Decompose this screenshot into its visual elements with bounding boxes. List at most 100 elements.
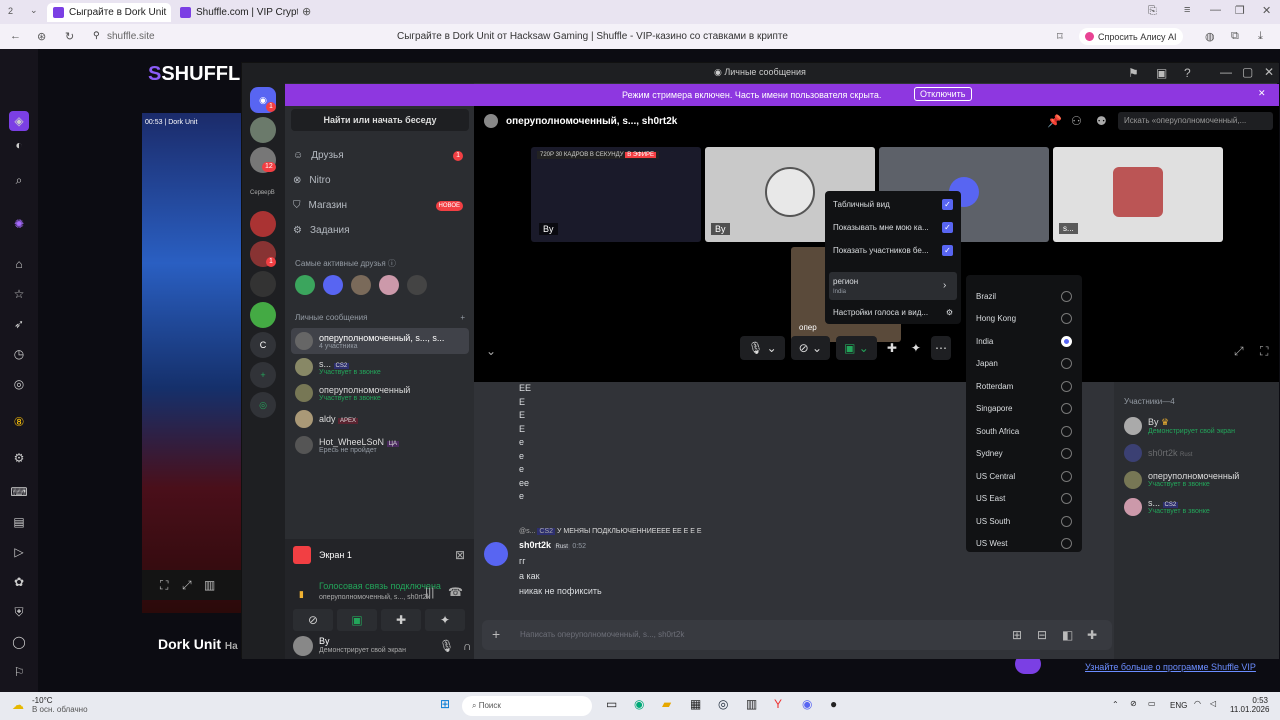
start-icon[interactable]: ⊞ bbox=[440, 697, 450, 711]
discover-icon[interactable]: ◎ bbox=[250, 392, 276, 418]
edge-icon[interactable]: ◉ bbox=[634, 697, 644, 711]
region-option[interactable]: US Central bbox=[976, 465, 1072, 488]
inbox-flag-icon[interactable]: ⚑ bbox=[1128, 66, 1139, 80]
vip-icon[interactable]: ✺ bbox=[9, 214, 29, 234]
friend-avatar[interactable] bbox=[295, 275, 315, 295]
user-tile[interactable]: s... bbox=[1053, 147, 1223, 242]
explorer-icon[interactable]: ▰ bbox=[662, 697, 671, 711]
add-dm-icon[interactable]: + bbox=[460, 313, 465, 322]
screen-button[interactable]: ▣ ⌄ bbox=[836, 336, 877, 360]
menu-item-show-participants[interactable]: Показать участников бе... ✓ bbox=[833, 245, 953, 256]
server-letter[interactable]: С bbox=[250, 332, 276, 358]
server-icon[interactable] bbox=[250, 302, 276, 328]
camera-off-button[interactable]: ⊘ bbox=[293, 609, 333, 631]
friend-avatar[interactable] bbox=[351, 275, 371, 295]
support-icon[interactable]: ⚐ bbox=[9, 662, 29, 682]
fullscreen-icon[interactable]: ⛶ bbox=[1260, 344, 1268, 359]
minimize-button[interactable]: — bbox=[1220, 65, 1232, 79]
tab-dork-unit[interactable]: Сыграйте в Dork Unit bbox=[47, 3, 171, 22]
bookmarks-icon[interactable]: ⎘ bbox=[1148, 5, 1157, 18]
wifi-icon[interactable]: ◠ bbox=[1194, 699, 1201, 708]
dm-item[interactable]: оперуполномоченный Участвует в звонке bbox=[291, 380, 469, 406]
display-icon[interactable]: ▭ bbox=[1148, 699, 1156, 708]
menu-icon[interactable]: ≡ bbox=[1184, 4, 1190, 16]
dm-item[interactable]: s... CS2 Участвует в звонке bbox=[291, 354, 469, 380]
alice-button[interactable]: Спросить Алису AI bbox=[1079, 28, 1183, 45]
tray-chevron-icon[interactable]: ⌃ bbox=[1112, 700, 1119, 709]
attach-plus-icon[interactable]: + bbox=[492, 626, 500, 642]
obs-icon[interactable]: ● bbox=[830, 697, 837, 711]
author-avatar[interactable] bbox=[484, 542, 508, 566]
region-option[interactable]: Rotterdam bbox=[976, 375, 1072, 398]
collapse-chevron-icon[interactable]: ⌄ bbox=[486, 344, 496, 358]
dm-item[interactable]: Hot_WheeLSoN ЦА Ересь не пройдет bbox=[291, 432, 469, 458]
region-option[interactable]: Sydney bbox=[976, 443, 1072, 466]
discord-icon[interactable]: ◉ bbox=[802, 697, 812, 711]
region-option[interactable]: Hong Kong bbox=[976, 308, 1072, 331]
shuffle-logo[interactable]: SSHUFFL bbox=[148, 63, 240, 86]
region-option[interactable]: Brazil bbox=[976, 285, 1072, 308]
maximize-button[interactable]: ▢ bbox=[1242, 65, 1253, 79]
soundboard-button[interactable]: ✦ bbox=[425, 609, 465, 631]
vip-promo-link[interactable]: Узнайте больше о программе Shuffle VIP bbox=[1085, 662, 1256, 672]
nav-shop[interactable]: ⛉ Магазин НОВОЕ bbox=[293, 193, 469, 218]
region-option[interactable]: South Africa bbox=[976, 420, 1072, 443]
sticker-icon[interactable]: ◧ bbox=[1062, 628, 1073, 642]
cards-icon[interactable]: ▤ bbox=[9, 512, 29, 532]
fullscreen-icon[interactable]: ⛶ bbox=[160, 578, 168, 593]
server-icon[interactable] bbox=[250, 117, 276, 143]
noise-icon[interactable]: ||| bbox=[425, 585, 434, 599]
disconnect-icon[interactable]: ☎ bbox=[448, 585, 463, 599]
globe-icon[interactable]: ◍ bbox=[1205, 30, 1215, 43]
extensions-icon[interactable]: ⧉ bbox=[1231, 30, 1239, 43]
menu-item-voice-settings[interactable]: Настройки голоса и вид... ⚙ bbox=[833, 308, 953, 317]
tab-count[interactable]: 2 bbox=[8, 6, 13, 16]
menu-item-region[interactable]: регион India › bbox=[829, 272, 957, 300]
search-conversation-button[interactable]: Найти или начать беседу bbox=[291, 109, 469, 131]
member-item[interactable]: sh0rt2k Rust bbox=[1124, 439, 1274, 466]
reply-preview[interactable]: @s... CS2 У МЕНЯЫ ПОДКЛЬЮЧЕННИЕЕЕЕ ЕЕ Е … bbox=[519, 528, 702, 535]
casino-icon[interactable]: ◈ bbox=[9, 111, 29, 131]
new-tab-button[interactable]: ⊕ bbox=[302, 5, 311, 18]
yandex-icon[interactable]: Y bbox=[774, 697, 782, 711]
bookmark-icon[interactable]: ⌑ bbox=[1057, 30, 1063, 43]
message-composer[interactable]: + Написать оперуполномоченный, s..., sh0… bbox=[482, 620, 1112, 650]
region-option[interactable]: Japan bbox=[976, 353, 1072, 376]
member-item[interactable]: s... CS2 Участвует в звонке bbox=[1124, 493, 1274, 520]
shield-icon[interactable]: ⛨ bbox=[9, 602, 29, 622]
activity-button[interactable]: ✚ bbox=[883, 336, 901, 360]
star-icon[interactable]: ☆ bbox=[9, 284, 29, 304]
app-icon[interactable]: ▦ bbox=[690, 697, 701, 711]
task-view-icon[interactable]: ▭ bbox=[606, 697, 617, 711]
globe-icon[interactable]: ◯ bbox=[9, 632, 29, 652]
app-icon[interactable]: ▥ bbox=[746, 697, 757, 711]
minimize-button[interactable]: — bbox=[1210, 4, 1221, 16]
network-icon[interactable]: ⊘ bbox=[1130, 699, 1137, 708]
mic-button[interactable]: 🎙 ⌄ bbox=[740, 336, 785, 360]
weather-widget[interactable]: -10°C В осн. облачно bbox=[32, 696, 88, 714]
close-button[interactable]: ✕ bbox=[1262, 4, 1271, 17]
activities-button[interactable]: ✚ bbox=[381, 609, 421, 631]
shield-icon[interactable]: ⊛ bbox=[37, 30, 46, 43]
gif-icon[interactable]: ⊟ bbox=[1037, 628, 1047, 642]
settings-icon[interactable]: ⚙ bbox=[9, 448, 29, 468]
play-icon[interactable]: ▷ bbox=[9, 542, 29, 562]
target-icon[interactable]: ◎ bbox=[9, 374, 29, 394]
add-member-icon[interactable]: ⚇ bbox=[1071, 114, 1082, 128]
rocket-icon[interactable]: ➶ bbox=[9, 314, 29, 334]
pin-icon[interactable]: 📌 bbox=[1047, 114, 1062, 128]
nav-nitro[interactable]: ⊗ Nitro bbox=[293, 168, 469, 193]
steam-icon[interactable]: ◎ bbox=[718, 697, 728, 711]
dm-item[interactable]: оперуполномоченный, s..., s... 4 участник… bbox=[291, 328, 469, 354]
close-button[interactable]: ✕ bbox=[1264, 65, 1274, 79]
apps-icon[interactable]: ✚ bbox=[1087, 628, 1097, 642]
restore-button[interactable]: ❐ bbox=[1235, 4, 1245, 17]
user-avatar[interactable] bbox=[293, 636, 313, 656]
history-icon[interactable]: ◷ bbox=[9, 344, 29, 364]
screen-icon[interactable]: ▣ bbox=[1156, 66, 1167, 80]
region-option[interactable]: Singapore bbox=[976, 398, 1072, 421]
more-button[interactable]: ⋯ bbox=[930, 336, 951, 360]
region-option[interactable]: India bbox=[976, 330, 1072, 353]
popout-icon[interactable]: ⤢ bbox=[1234, 344, 1244, 359]
add-server-icon[interactable]: + bbox=[250, 362, 276, 388]
